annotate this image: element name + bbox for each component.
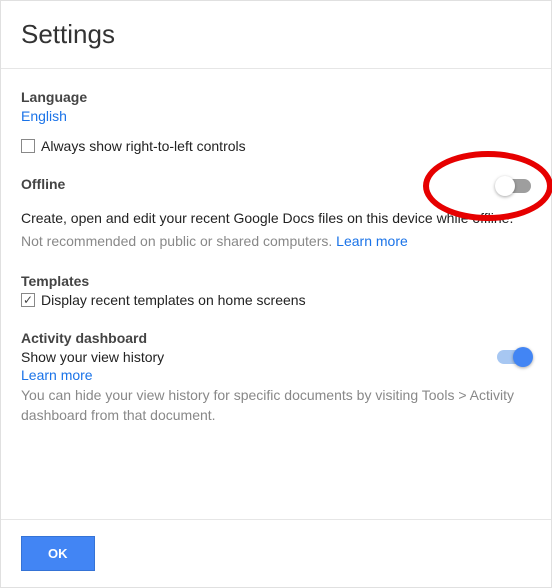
offline-learn-more-link[interactable]: Learn more [336, 233, 408, 249]
templates-label: Templates [21, 273, 531, 289]
templates-row: Display recent templates on home screens [21, 292, 531, 308]
toggle-knob-icon [495, 176, 515, 196]
activity-row: Show your view history [21, 349, 531, 365]
templates-checkbox-label: Display recent templates on home screens [41, 292, 306, 308]
templates-section: Templates Display recent templates on ho… [21, 273, 531, 308]
offline-toggle[interactable] [497, 179, 531, 193]
dialog-footer: OK [1, 519, 551, 587]
templates-checkbox[interactable] [21, 293, 35, 307]
dialog-content: Language English Always show right-to-le… [1, 69, 551, 435]
activity-note: You can hide your view history for speci… [21, 386, 531, 425]
offline-note-row: Not recommended on public or shared comp… [21, 232, 531, 252]
language-label: Language [21, 89, 531, 105]
rtl-row: Always show right-to-left controls [21, 138, 531, 154]
activity-subtitle: Show your view history [21, 349, 164, 365]
rtl-checkbox-label: Always show right-to-left controls [41, 138, 246, 154]
offline-description: Create, open and edit your recent Google… [21, 209, 531, 229]
dialog-header: Settings [1, 1, 551, 69]
offline-row: Offline [21, 176, 531, 195]
rtl-checkbox[interactable] [21, 139, 35, 153]
activity-learn-more-link[interactable]: Learn more [21, 367, 531, 383]
offline-note: Not recommended on public or shared comp… [21, 233, 332, 249]
activity-section: Activity dashboard Show your view histor… [21, 330, 531, 425]
offline-label: Offline [21, 176, 65, 192]
ok-button[interactable]: OK [21, 536, 95, 571]
settings-dialog: Settings Language English Always show ri… [0, 0, 552, 588]
activity-label: Activity dashboard [21, 330, 531, 346]
page-title: Settings [21, 19, 531, 50]
language-section: Language English Always show right-to-le… [21, 89, 531, 154]
toggle-knob-icon [513, 347, 533, 367]
activity-toggle[interactable] [497, 350, 531, 364]
language-value-link[interactable]: English [21, 108, 531, 124]
